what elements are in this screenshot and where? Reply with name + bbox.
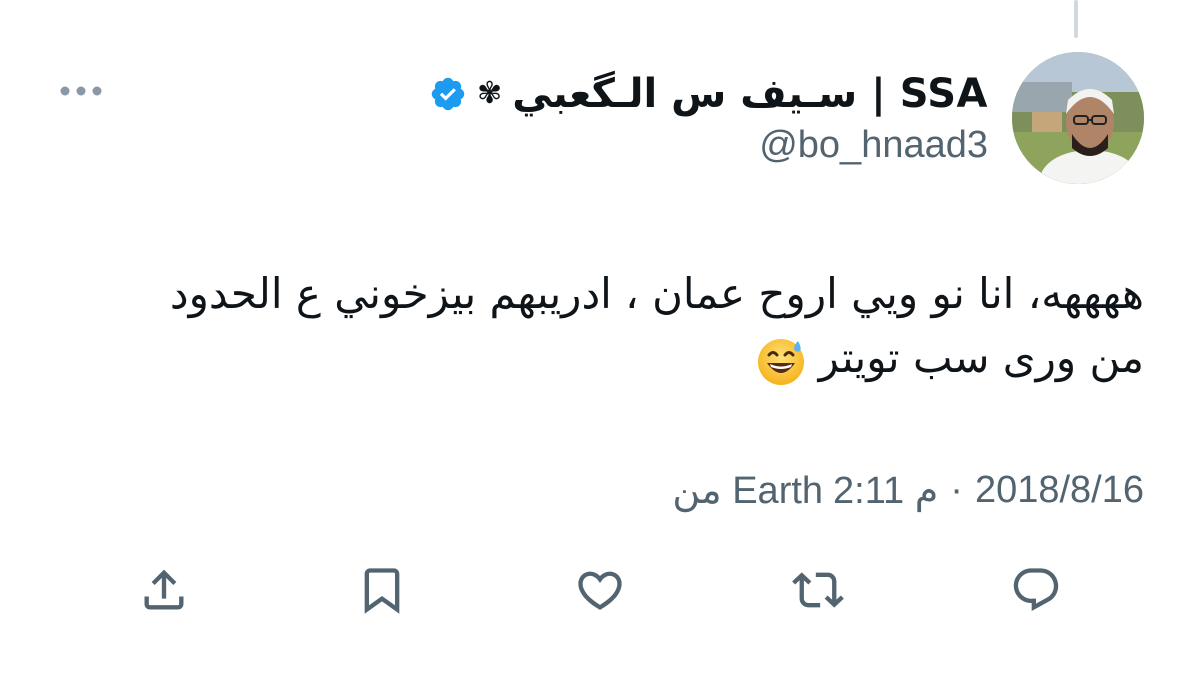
reply-icon [1013, 568, 1059, 612]
verified-badge-icon [429, 75, 467, 113]
retweet-button[interactable] [788, 560, 848, 620]
heart-icon [578, 571, 622, 610]
more-horizontal-icon[interactable] [56, 76, 106, 106]
share-button[interactable] [134, 560, 194, 620]
tweet-text: ههههه، انا نو ويي اروح عمان ، ادريبهم بي… [64, 262, 1144, 390]
tweet-meta: من Earth 2:11 م · 2018/8/16 [672, 468, 1144, 513]
bookmark-button[interactable] [352, 560, 412, 620]
share-icon [144, 569, 184, 610]
retweet-icon [792, 572, 844, 608]
avatar[interactable] [1012, 52, 1144, 184]
reply-button[interactable] [1006, 560, 1066, 620]
tweet-text-line-2: من ورى سب تويتر [64, 326, 1144, 390]
grinning-face-with-sweat-emoji-icon [755, 335, 807, 387]
like-button[interactable] [570, 560, 630, 620]
tweet-text-line: من ورى سب تويتر [818, 333, 1144, 382]
tweet-date[interactable]: 2018/8/16 [975, 469, 1144, 512]
tweet-time[interactable]: 2:11 م [833, 468, 938, 513]
user-handle[interactable]: @bo_hnaad3 [759, 124, 988, 167]
avatar-photo [1012, 52, 1144, 184]
tweet-text-line: ههههه، انا نو ويي اروح عمان ، ادريبهم بي… [169, 269, 1144, 318]
display-name[interactable]: سـيف س الـگعبي | SSA [512, 71, 988, 117]
tweet-header: ✾ سـيف س الـگعبي | SSA [429, 64, 988, 124]
tweet-card: ✾ سـيف س الـگعبي | SSA @bo_hnaad3 ههههه،… [0, 0, 1200, 675]
flower-ornament-icon: ✾ [477, 76, 503, 111]
thread-line [1074, 0, 1078, 38]
meta-separator: · [950, 469, 963, 511]
tweet-source[interactable]: من Earth [672, 468, 823, 513]
bookmark-icon [364, 568, 400, 614]
action-bar [0, 560, 1200, 620]
